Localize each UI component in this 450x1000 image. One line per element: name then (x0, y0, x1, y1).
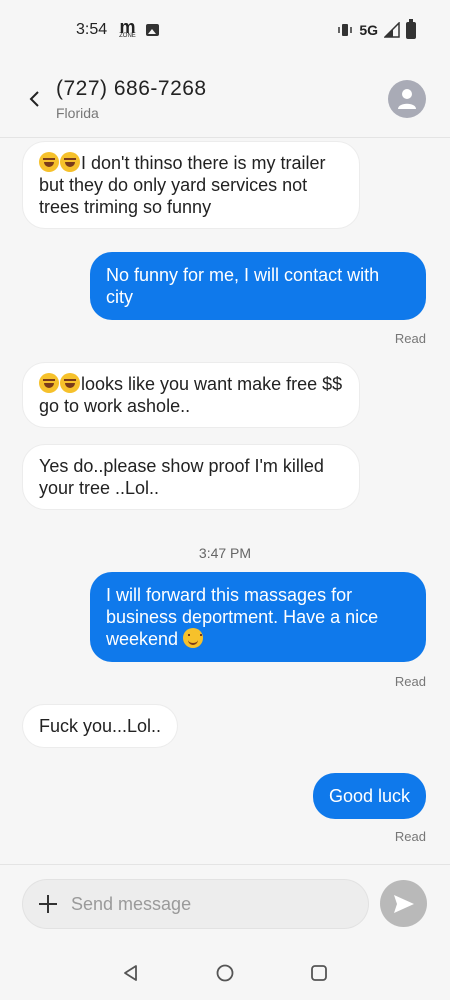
nav-back-icon (124, 964, 137, 981)
contact-info[interactable]: (727) 686-7268 Florida (56, 77, 388, 121)
message-text: I don't thinso there is my trailer but t… (39, 153, 326, 217)
nav-home-button[interactable] (213, 961, 237, 985)
status-bar: 3:54 m ZONE 5G (0, 0, 450, 60)
read-receipt: Read (394, 674, 426, 689)
laughing-emoji-icon (60, 152, 80, 172)
nav-home-icon (216, 964, 234, 981)
read-receipt: Read (394, 829, 426, 844)
plus-icon[interactable] (37, 893, 59, 915)
gallery-notification-icon (145, 24, 159, 36)
battery-icon (406, 18, 416, 39)
laughing-emoji-icon (39, 373, 59, 393)
back-button[interactable] (24, 79, 46, 119)
message-text: Good luck (328, 786, 410, 806)
status-time: 3:54 (76, 21, 108, 38)
contact-name: (727) 686-7268 (56, 76, 207, 100)
composer-divider (0, 864, 450, 865)
person-icon (398, 88, 416, 109)
message-bubble-incoming[interactable]: Yes do..please show proof I'm killed you… (23, 445, 359, 509)
smiling-emoji-icon (183, 628, 204, 648)
message-bubble-outgoing[interactable]: I will forward this massages for busines… (90, 572, 426, 662)
signal-icon (384, 22, 400, 38)
message-text: Yes do..please show proof I'm killed you… (39, 456, 324, 498)
send-icon (393, 894, 414, 913)
carrier-logo-sub: ZONE (119, 33, 136, 39)
network-type: 5G (359, 22, 378, 38)
message-bubble-incoming[interactable]: Fuck you...Lol.. (23, 705, 178, 747)
message-input[interactable] (71, 893, 368, 915)
message-text: No funny for me, I will contact with cit… (106, 265, 380, 307)
message-composer (23, 880, 368, 928)
back-arrow-icon (29, 90, 39, 107)
carrier-logo-icon: m ZONE (119, 17, 136, 39)
laughing-emoji-icon (39, 152, 59, 172)
status-right-group: 5G (337, 18, 416, 39)
contact-avatar[interactable] (388, 79, 426, 118)
message-bubble-outgoing[interactable]: No funny for me, I will contact with cit… (90, 252, 426, 320)
nav-recents-button[interactable] (307, 961, 331, 985)
nav-back-button[interactable] (119, 961, 143, 985)
message-text: Fuck you...Lol.. (39, 716, 162, 736)
message-bubble-incoming[interactable]: looks like you want make free $$ go to w… (23, 363, 359, 427)
contact-location: Florida (56, 104, 99, 121)
message-timestamp: 3:47 PM (198, 545, 252, 561)
message-text: I will forward this massages for busines… (106, 585, 379, 649)
message-bubble-incoming[interactable]: I don't thinso there is my trailer but t… (23, 142, 359, 228)
laughing-emoji-icon (60, 373, 80, 393)
read-receipt: Read (394, 331, 426, 346)
send-button[interactable] (380, 880, 427, 927)
message-bubble-outgoing[interactable]: Good luck (312, 773, 426, 819)
nav-recents-icon (311, 964, 327, 981)
message-text: looks like you want make free $$ go to w… (39, 374, 343, 416)
carrier-logo-text: m (119, 17, 136, 37)
system-navigation-bar (0, 945, 450, 1000)
vibrate-icon (338, 24, 353, 36)
conversation-header: (727) 686-7268 Florida (0, 60, 450, 138)
